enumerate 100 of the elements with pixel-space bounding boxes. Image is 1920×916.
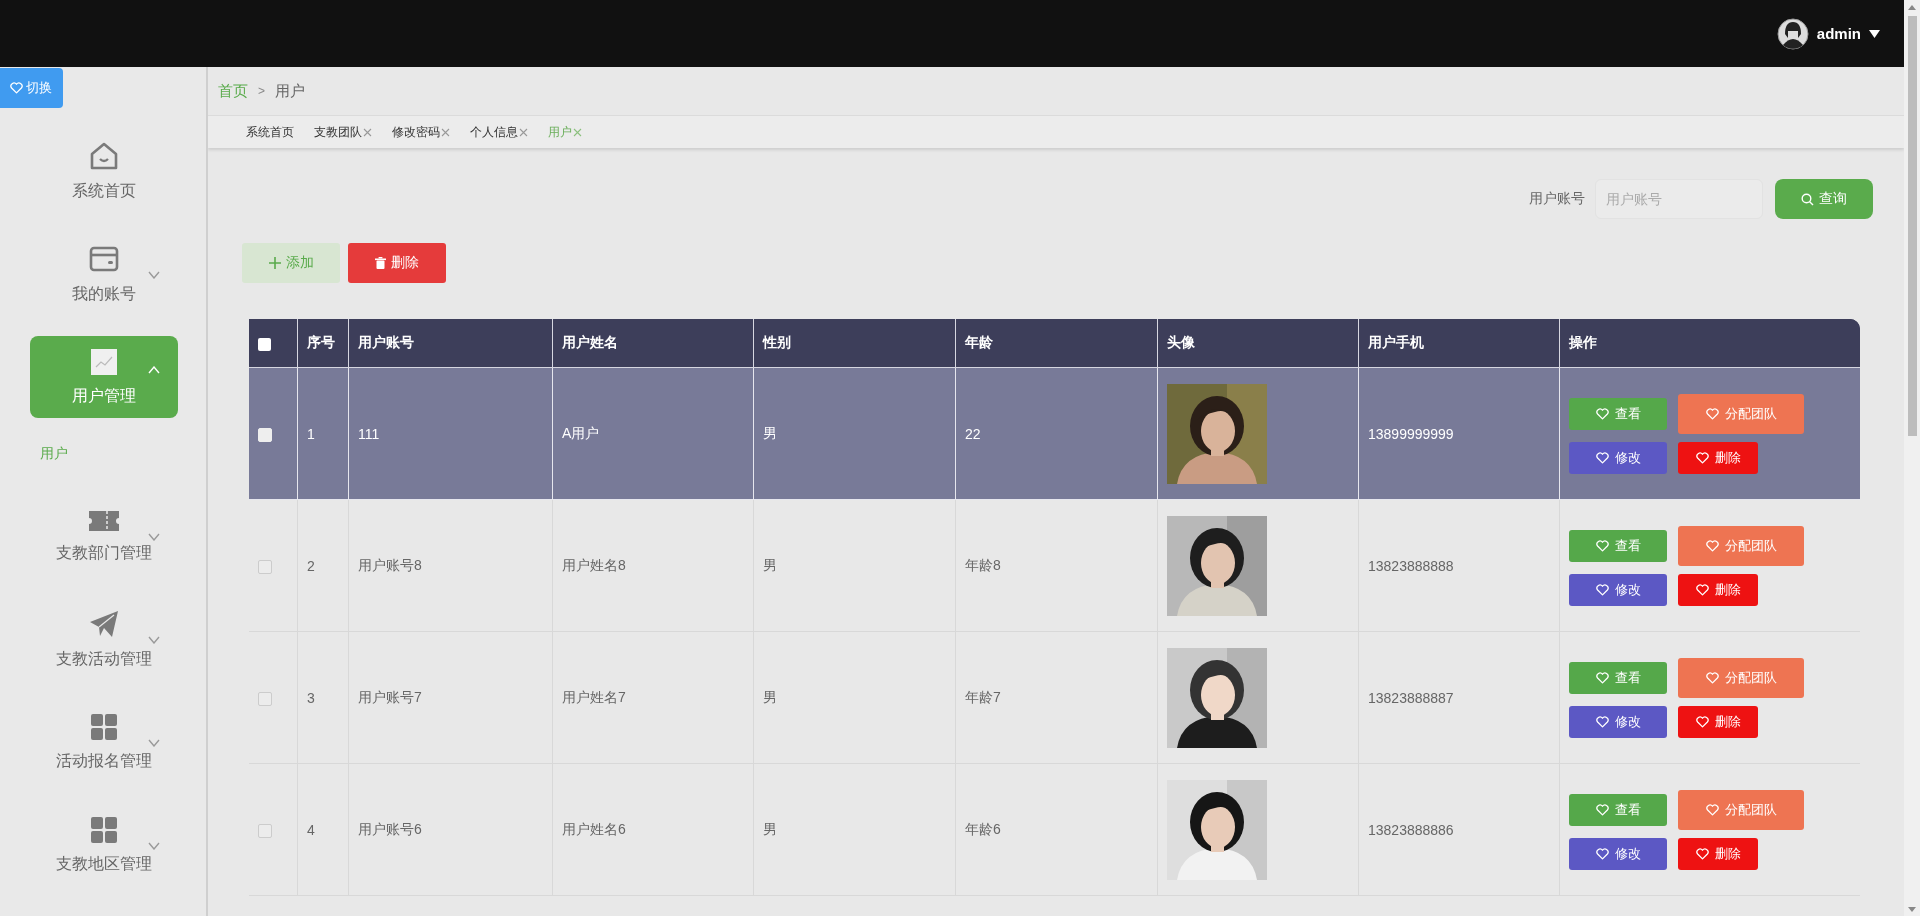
assign-team-button[interactable]: 分配团队 [1678, 393, 1804, 434]
ticket-icon [87, 508, 121, 534]
home-icon [88, 140, 120, 172]
table-cell: 1 [298, 368, 349, 500]
table-cell: 用户姓名6 [553, 764, 754, 896]
tab[interactable]: 系统首页 [246, 123, 294, 141]
table-row[interactable]: 3 用户账号7 用户姓名7 男 年龄7 13823888887 查看 分配团队 修改 删除 [249, 632, 1860, 764]
switch-button[interactable]: 切换 [0, 68, 63, 108]
edit-button[interactable]: 修改 [1569, 837, 1667, 870]
nav-item[interactable]: 支教部门管理 [30, 495, 178, 577]
grid-icon [89, 815, 119, 845]
table-cell: 22 [956, 368, 1158, 500]
scroll-down-icon[interactable] [1908, 906, 1916, 912]
table-cell: 13823888888 [1359, 500, 1560, 632]
checkbox[interactable] [258, 337, 271, 351]
table-cell: 男 [754, 764, 956, 896]
delete-button[interactable]: 删除 [1678, 573, 1758, 606]
scroll-up-icon[interactable] [1908, 4, 1916, 10]
delete-button[interactable]: 删除 [1678, 837, 1758, 870]
column-header: 序号 [298, 319, 349, 368]
table-cell: 13899999999 [1359, 368, 1560, 500]
table-cell: 用户账号7 [349, 632, 553, 764]
nav-item[interactable]: 支教活动管理 [30, 598, 178, 680]
tab[interactable]: 支教团队 [314, 123, 372, 141]
table-cell: 4 [298, 764, 349, 896]
delete-button[interactable]: 删除 [1678, 705, 1758, 738]
search-field[interactable]: 用户账号 [1595, 179, 1763, 219]
table-cell: 3 [298, 632, 349, 764]
nav-item[interactable]: 用户管理 [30, 336, 178, 418]
delete-button[interactable]: 删除 [348, 243, 446, 283]
nav-item[interactable]: 系统首页 [30, 130, 178, 212]
heart-icon [1705, 803, 1719, 816]
heart-icon [1595, 583, 1609, 596]
nav-item[interactable]: 我的账号 [30, 233, 178, 315]
table-cell: 13823888887 [1359, 632, 1560, 764]
trash-icon [375, 257, 386, 269]
heart-icon [1595, 847, 1609, 860]
heart-icon [1595, 451, 1609, 464]
table-cell: 男 [754, 500, 956, 632]
user-name[interactable]: admin [1816, 25, 1861, 42]
edit-button[interactable]: 修改 [1569, 441, 1667, 474]
heart-icon [1595, 407, 1609, 420]
table-cell: 2 [298, 500, 349, 632]
column-header: 用户账号 [349, 319, 553, 368]
view-button[interactable]: 查看 [1569, 397, 1667, 430]
nav-item[interactable]: 支教地区管理 [30, 804, 178, 886]
search-button[interactable]: 查询 [1775, 179, 1873, 219]
assign-team-button[interactable]: 分配团队 [1678, 525, 1804, 566]
close-icon[interactable] [441, 127, 450, 137]
add-button[interactable]: 添加 [242, 243, 340, 283]
close-icon[interactable] [573, 127, 582, 137]
view-button[interactable]: 查看 [1569, 529, 1667, 562]
table-row[interactable]: 1 111 A用户 男 22 13899999999 查看 分配团队 修改 删除 [249, 368, 1860, 500]
table-cell: 年龄8 [956, 500, 1158, 632]
column-header: 性别 [754, 319, 956, 368]
tab[interactable]: 个人信息 [470, 123, 528, 141]
breadcrumb-separator: > [258, 84, 265, 98]
view-button[interactable]: 查看 [1569, 793, 1667, 826]
table-cell: 用户姓名8 [553, 500, 754, 632]
table-cell: 年龄6 [956, 764, 1158, 896]
table-cell: 用户账号8 [349, 500, 553, 632]
table-row[interactable]: 2 用户账号8 用户姓名8 男 年龄8 13823888888 查看 分配团队 修改 删除 [249, 500, 1860, 632]
tab[interactable]: 修改密码 [392, 123, 450, 141]
table-cell: 男 [754, 368, 956, 500]
nav-item[interactable]: 活动报名管理 [30, 701, 178, 783]
chart-icon [89, 347, 119, 377]
heart-icon [1705, 539, 1719, 552]
heart-icon [1595, 715, 1609, 728]
table-cell: 用户账号6 [349, 764, 553, 896]
checkbox[interactable] [258, 691, 272, 706]
heart-icon [1695, 715, 1709, 728]
edit-button[interactable]: 修改 [1569, 573, 1667, 606]
table-cell: 用户姓名7 [553, 632, 754, 764]
nav-subitem[interactable]: 用户 [40, 445, 68, 461]
close-icon[interactable] [519, 127, 528, 137]
heart-icon [1705, 407, 1719, 420]
search-icon [1801, 192, 1814, 206]
heart-icon [1695, 451, 1709, 464]
column-header: 操作 [1560, 319, 1860, 368]
caret-icon[interactable] [1869, 29, 1880, 38]
grid-icon [89, 712, 119, 742]
checkbox[interactable] [258, 823, 272, 838]
plus-icon [268, 257, 281, 269]
column-header: 用户手机 [1359, 319, 1560, 368]
table-row[interactable]: 4 用户账号6 用户姓名6 男 年龄6 13823888886 查看 分配团队 修改 删除 [249, 764, 1860, 896]
assign-team-button[interactable]: 分配团队 [1678, 789, 1804, 830]
tab[interactable]: 用户 [548, 123, 582, 141]
close-icon[interactable] [363, 127, 372, 137]
view-button[interactable]: 查看 [1569, 661, 1667, 694]
heart-icon [1705, 671, 1719, 684]
breadcrumb-link[interactable]: 首页 [218, 81, 248, 101]
heart-icon [1695, 583, 1709, 596]
avatar-icon[interactable] [1776, 17, 1809, 50]
delete-button[interactable]: 删除 [1678, 441, 1758, 474]
checkbox[interactable] [258, 559, 272, 574]
heart-icon [1695, 847, 1709, 860]
assign-team-button[interactable]: 分配团队 [1678, 657, 1804, 698]
edit-button[interactable]: 修改 [1569, 705, 1667, 738]
table-cell: 年龄7 [956, 632, 1158, 764]
breadcrumb-current: 用户 [275, 81, 305, 101]
